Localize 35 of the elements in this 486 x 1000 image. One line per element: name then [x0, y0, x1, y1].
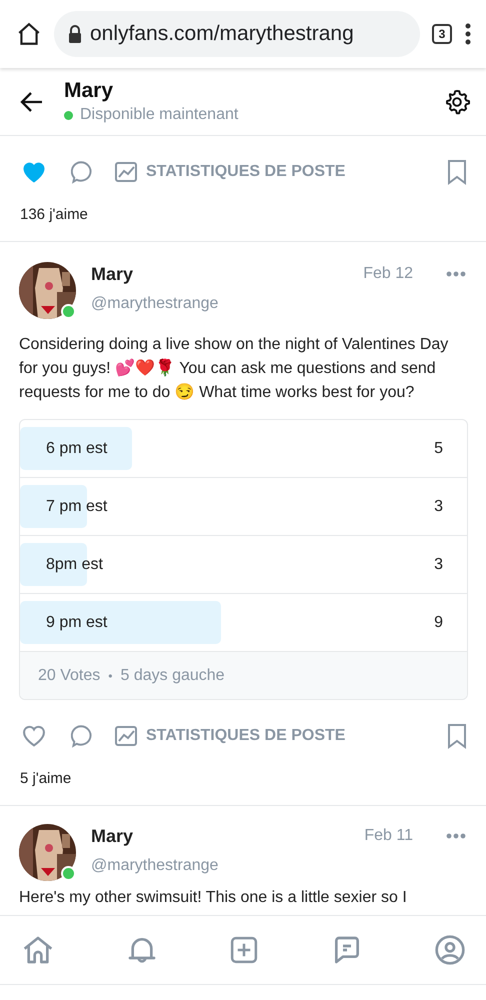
- author-name[interactable]: Mary: [91, 826, 350, 847]
- likes-count: 136 j'aime: [20, 206, 89, 223]
- votes-count: 20 Votes: [38, 666, 100, 684]
- chart-icon: [114, 160, 138, 184]
- poll-option[interactable]: 9 pm est 9: [20, 594, 467, 652]
- chart-icon: [114, 724, 138, 748]
- author-name[interactable]: Mary: [91, 264, 348, 285]
- separator-dot: •: [108, 668, 112, 682]
- poll-option[interactable]: 6 pm est 5: [20, 420, 467, 478]
- menu-icon[interactable]: [464, 23, 472, 45]
- address-bar[interactable]: onlyfans.com/marythestrang: [54, 11, 420, 57]
- profile-name: Mary: [64, 79, 114, 103]
- home-icon[interactable]: [16, 21, 42, 47]
- url-text: onlyfans.com/marythestrang: [90, 22, 354, 46]
- profile-icon[interactable]: [434, 934, 466, 966]
- post-date: Feb 12: [363, 264, 413, 284]
- poll-option[interactable]: 7 pm est 3: [20, 478, 467, 536]
- comment-icon[interactable]: [68, 159, 94, 185]
- comment-icon[interactable]: [68, 723, 94, 749]
- status-text: Disponible maintenant: [80, 106, 238, 124]
- lock-icon: [68, 25, 82, 43]
- bookmark-icon[interactable]: [446, 159, 468, 185]
- poll-option[interactable]: 8pm est 3: [20, 536, 467, 594]
- time-left: 5 days gauche: [120, 666, 225, 684]
- settings-icon[interactable]: [444, 88, 470, 114]
- post-text: Considering doing a live show on the night of Valentines Day for you guys! 💕❤🌹 You can ask me questions and send requests for me to do 😏 What time works best for you?: [19, 335, 450, 403]
- post-text: Here's my other swimsuit! This one is a little sexier so I: [19, 888, 408, 908]
- back-arrow-icon[interactable]: [20, 90, 44, 112]
- post-date: Feb 11: [364, 826, 413, 846]
- tab-count-button[interactable]: 3: [432, 24, 452, 44]
- more-options-icon[interactable]: [446, 271, 466, 277]
- likes-count: 5 j'aime: [20, 770, 72, 787]
- add-post-icon[interactable]: [229, 935, 259, 965]
- bookmark-icon[interactable]: [446, 723, 468, 749]
- more-options-icon[interactable]: [446, 833, 466, 839]
